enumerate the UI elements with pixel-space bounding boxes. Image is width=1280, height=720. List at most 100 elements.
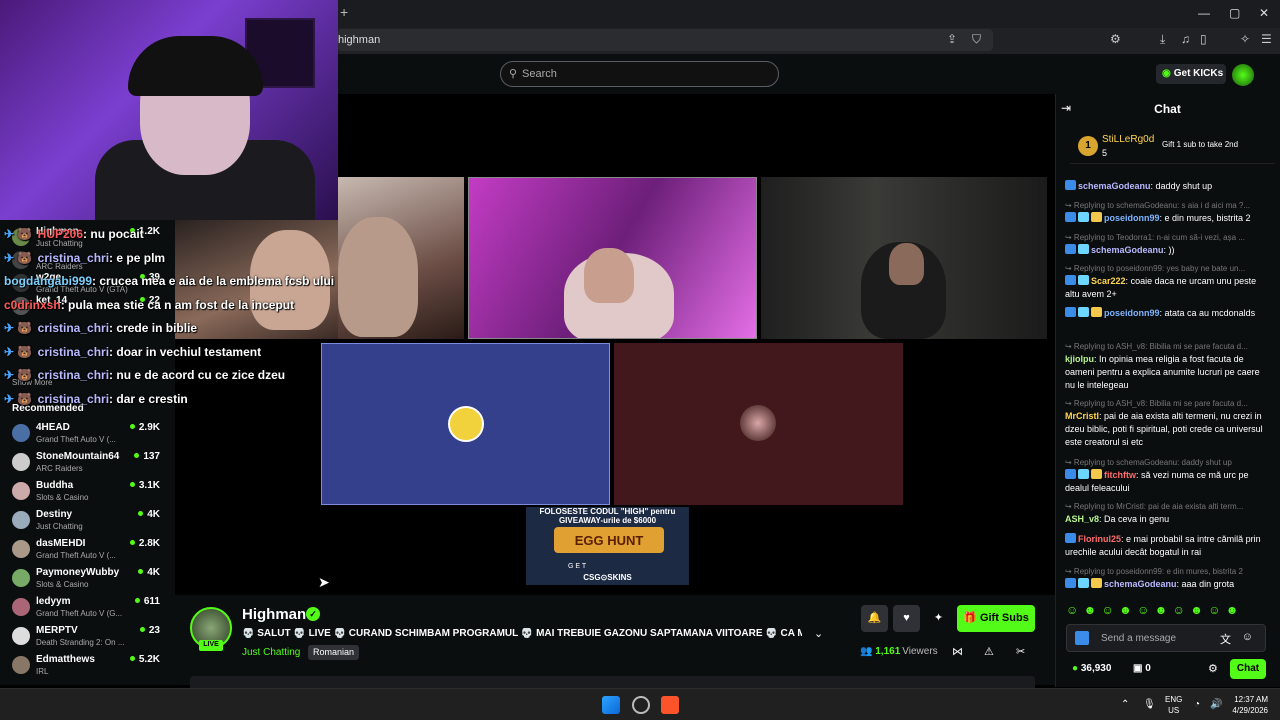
video-tile-guest-2[interactable] <box>761 177 1047 339</box>
chat-badge-icon: ✈ 🐻 <box>4 344 36 359</box>
sidebar-channel-item[interactable]: Edmatthews IRL 5.2K <box>12 654 172 682</box>
video-tile-avatar-2[interactable] <box>614 343 903 505</box>
sidebar-icon[interactable]: ▯ <box>1200 32 1207 46</box>
minimize-button[interactable]: — <box>1198 6 1210 20</box>
chat-badge-icon: ✈ 🐻 <box>4 368 36 382</box>
chat-username: bogdangabi999 <box>4 274 93 288</box>
start-icon[interactable] <box>602 696 620 714</box>
gear-icon[interactable]: ⚙ <box>1208 662 1218 675</box>
video-tile-guest-1[interactable] <box>338 177 464 339</box>
language-indicator[interactable]: ENG US <box>1165 694 1182 716</box>
leader-count: 5 <box>1102 148 1108 158</box>
gift-leaderboard[interactable]: 1 StiLLeRg0d 5 Gift 1 sub to take 2nd <box>1070 130 1275 164</box>
sidebar-channel-item[interactable]: StoneMountain64 ARC Raiders 137 <box>12 451 172 479</box>
chat-text: daddy shut up <box>1155 181 1213 191</box>
kicks-balance[interactable]: ● 36,930 <box>1072 663 1111 674</box>
video-tile-host[interactable] <box>468 177 757 339</box>
sponsor-ad[interactable]: FOLOSESTE CODUL "HIGH" pentru GIVEAWAY-u… <box>526 507 689 585</box>
stream-title: 💀 SALUT 💀 LIVE 💀 CURAND SCHIMBAM PROGRAM… <box>242 628 802 639</box>
viewers-number: 1,161 <box>875 646 901 657</box>
notification-bell-button[interactable]: 🔔 <box>861 605 888 632</box>
report-icon[interactable]: ⚠ <box>984 645 994 658</box>
participant-avatar-icon <box>740 405 776 441</box>
chat-username[interactable]: schemaGodeanu <box>1078 181 1151 191</box>
clock[interactable]: 12:37 AM 4/29/2026 <box>1228 694 1268 716</box>
extensions-icon[interactable]: ⚙ <box>1110 32 1121 46</box>
ad-get: G E T <box>568 563 587 570</box>
share-icon[interactable]: ⋈ <box>952 645 963 658</box>
webcam-overlay <box>0 0 338 220</box>
maximize-button[interactable]: ▢ <box>1229 6 1240 20</box>
chat-username[interactable]: Florinul25 <box>1078 534 1121 544</box>
chat-text: nu e de acord cu ce zice dzeu <box>116 368 286 382</box>
follow-heart-button[interactable]: ♥ <box>893 605 920 632</box>
language-tag[interactable]: Romanian <box>308 645 360 660</box>
address-bar[interactable]: highman <box>338 29 993 51</box>
channel-viewers: 2.9K <box>130 422 160 433</box>
chat-text: doar in vechiul testament <box>116 344 262 359</box>
kicks-icon: ● <box>1072 663 1081 674</box>
clip-icon[interactable]: ✂ <box>1016 645 1025 658</box>
menu-icon[interactable]: ☰ <box>1261 32 1272 46</box>
emote-bar[interactable]: ☺ ☻ ☺ ☻ ☺ ☻ ☺ ☻ ☺ ☻ <box>1066 603 1266 620</box>
sidebar-channel-item[interactable]: Destiny Just Chatting 4K <box>12 509 172 537</box>
chat-username[interactable]: poseidonn99 <box>1104 213 1160 223</box>
chat-username[interactable]: Scar222 <box>1091 276 1126 286</box>
chat-username[interactable]: poseidonn99 <box>1104 308 1160 318</box>
overlay-chat-line: ✈ 🐻 cristina_chri: e pe plm <box>4 251 165 265</box>
brave-icon[interactable] <box>661 696 679 714</box>
chat-username[interactable]: kjiolpu <box>1065 354 1094 364</box>
wifi-icon[interactable]: ◔ <box>1194 699 1200 710</box>
emoji-icon[interactable]: ☺ <box>1242 631 1253 643</box>
channel-viewers: 611 <box>135 596 160 607</box>
close-button[interactable]: ✕ <box>1259 6 1269 20</box>
ai-icon[interactable]: ✧ <box>1240 32 1250 46</box>
sidebar-channel-item[interactable]: Buddha Slots & Casino 3.1K <box>12 480 172 508</box>
channel-viewers: 137 <box>134 451 160 462</box>
chevron-down-icon[interactable]: ⌄ <box>814 627 823 640</box>
download-icon[interactable]: ⤓ <box>1160 32 1165 47</box>
sidebar-channel-item[interactable]: 4HEAD Grand Theft Auto V (... 2.9K <box>12 422 172 450</box>
channel-viewers: 4K <box>138 567 160 578</box>
get-kicks-button[interactable]: ◉ Get KICKs <box>1156 64 1226 84</box>
user-avatar[interactable] <box>1232 64 1254 86</box>
channel-name[interactable]: Highman <box>242 606 306 623</box>
chat-badge-icon <box>1078 244 1089 254</box>
sidebar-channel-item[interactable]: PaymoneyWubby Slots & Casino 4K <box>12 567 172 595</box>
chat-username[interactable]: schemaGodeanu <box>1091 245 1164 255</box>
chat-username[interactable]: MrCristl <box>1065 411 1099 421</box>
sidebar-channel-item[interactable]: ledyym Grand Theft Auto V (G... 611 <box>12 596 172 624</box>
sidebar-channel-item[interactable]: MERPTV Death Stranding 2: On ... 23 <box>12 625 172 653</box>
channel-points[interactable]: ▣ 0 <box>1133 663 1151 674</box>
sidebar-channel-item[interactable]: dasMEHDI Grand Theft Auto V (... 2.8K <box>12 538 172 566</box>
chat-username[interactable]: ASH_v8 <box>1065 514 1099 524</box>
send-chat-button[interactable]: Chat <box>1230 659 1266 679</box>
leader-name: StiLLeRg0d <box>1102 134 1155 145</box>
reply-context: ↪ Replying to ASH_v8: Bibilia mi se pare… <box>1065 342 1248 351</box>
translate-icon[interactable]: 文 <box>1220 631 1231 647</box>
search-input[interactable]: ⚲ Search <box>500 61 779 87</box>
tray-chevron-icon[interactable]: ⌃ <box>1121 699 1129 710</box>
video-tile-avatar-1[interactable] <box>321 343 610 505</box>
chat-text: e din mures, bistrita 2 <box>1164 213 1251 223</box>
chat-username[interactable]: schemaGodeanu <box>1104 579 1177 589</box>
reply-context: ↪ Replying to MrCristl: pai de aia exist… <box>1065 502 1244 511</box>
chat-text: nu pocait <box>90 227 144 241</box>
sparkle-button[interactable]: ✦ <box>925 605 952 632</box>
channel-avatar <box>12 540 30 558</box>
new-tab-button[interactable]: + <box>340 4 348 20</box>
mic-icon[interactable]: 🎙 <box>1143 699 1156 710</box>
search-placeholder: Search <box>522 68 557 80</box>
channel-avatar <box>12 598 30 616</box>
stream-category[interactable]: Just Chatting <box>242 647 300 658</box>
share-icon[interactable]: ⇪ <box>947 32 957 46</box>
chat-badge-icon <box>1091 469 1102 479</box>
overlay-chat-line: ✈ 🐻 cristina_chri: crede in biblie <box>4 321 197 335</box>
app-icon[interactable] <box>632 696 650 714</box>
media-icon[interactable]: ♫ <box>1181 32 1190 46</box>
volume-icon[interactable]: 🔊 <box>1210 699 1222 710</box>
chat-username[interactable]: fitchftw <box>1104 470 1136 480</box>
chat-input[interactable]: Send a message 文 ☺ <box>1066 624 1266 652</box>
shield-icon[interactable]: ⛉ <box>972 32 981 47</box>
gift-subs-button[interactable]: 🎁 Gift Subs <box>957 605 1035 632</box>
